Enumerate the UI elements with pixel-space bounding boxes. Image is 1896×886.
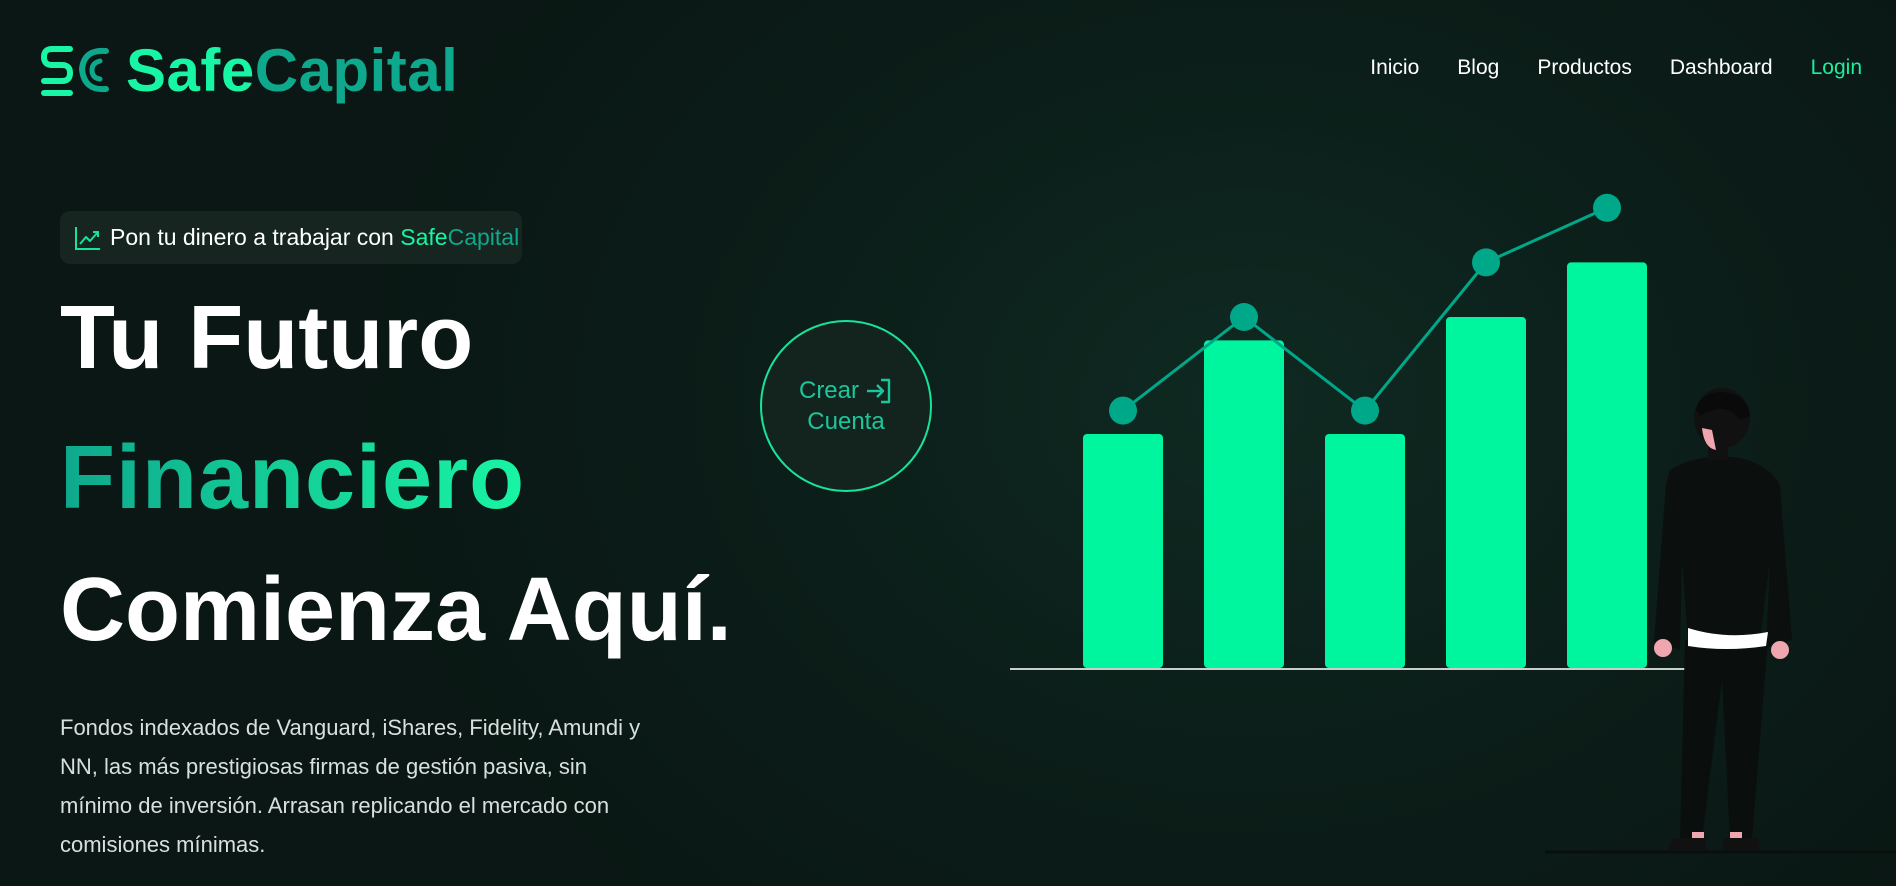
illustration-trend-point (1109, 396, 1137, 425)
illustration-bars (1083, 262, 1647, 668)
nav-link-productos[interactable]: Productos (1537, 56, 1632, 80)
person-figure (1545, 388, 1896, 854)
illustration-trend-point (1230, 303, 1258, 331)
badge-brand-safe: Safe (400, 224, 448, 250)
hero-description: Fondos indexados de Vanguard, iShares, F… (60, 715, 641, 857)
logo-mark-icon (40, 46, 109, 96)
nav-link-dashboard[interactable]: Dashboard (1670, 56, 1773, 80)
logo-text-capital: Capital (254, 37, 459, 104)
illustration-trend (1109, 193, 1621, 425)
illustration-bar (1567, 262, 1647, 668)
logo-text-safe: Safe (126, 37, 255, 104)
badge-brand-capital: Capital (447, 224, 520, 250)
illustration-bar (1446, 317, 1526, 668)
headline-line-1: Tu Futuro (60, 288, 474, 388)
cta-label-line2: Cuenta (807, 408, 885, 435)
illustration-bar (1325, 434, 1405, 668)
create-account-button[interactable]: Crear Cuenta (760, 320, 932, 492)
nav-link-blog[interactable]: Blog (1457, 56, 1499, 80)
illustration-bar (1083, 434, 1163, 668)
logo[interactable]: SafeCapital (40, 38, 458, 104)
logo-text: SafeCapital (126, 38, 458, 104)
headline-line-2: Financiero (60, 428, 526, 528)
illustration-trend-point (1593, 193, 1621, 222)
cta-label-line1: Crear (798, 377, 859, 404)
illustration-trend-point (1472, 248, 1500, 277)
nav-link-login[interactable]: Login (1811, 56, 1862, 80)
badge-text: Pon tu dinero a trabajar con (110, 224, 401, 250)
cta-row: Crear (799, 375, 893, 406)
trending-up-icon (75, 226, 100, 250)
main-nav: Inicio Blog Productos Dashboard Login (1370, 56, 1862, 80)
headline-line-3: Comienza Aquí. (60, 560, 732, 660)
illustration-trend-point (1351, 396, 1379, 425)
nav-link-inicio[interactable]: Inicio (1370, 56, 1419, 80)
illustration-bar (1204, 340, 1284, 668)
hero-badge: Pon tu dinero a trabajar con Safe Capital (60, 211, 522, 264)
illustration-trend-line (1122, 206, 1608, 413)
login-arrow-icon (867, 378, 891, 403)
